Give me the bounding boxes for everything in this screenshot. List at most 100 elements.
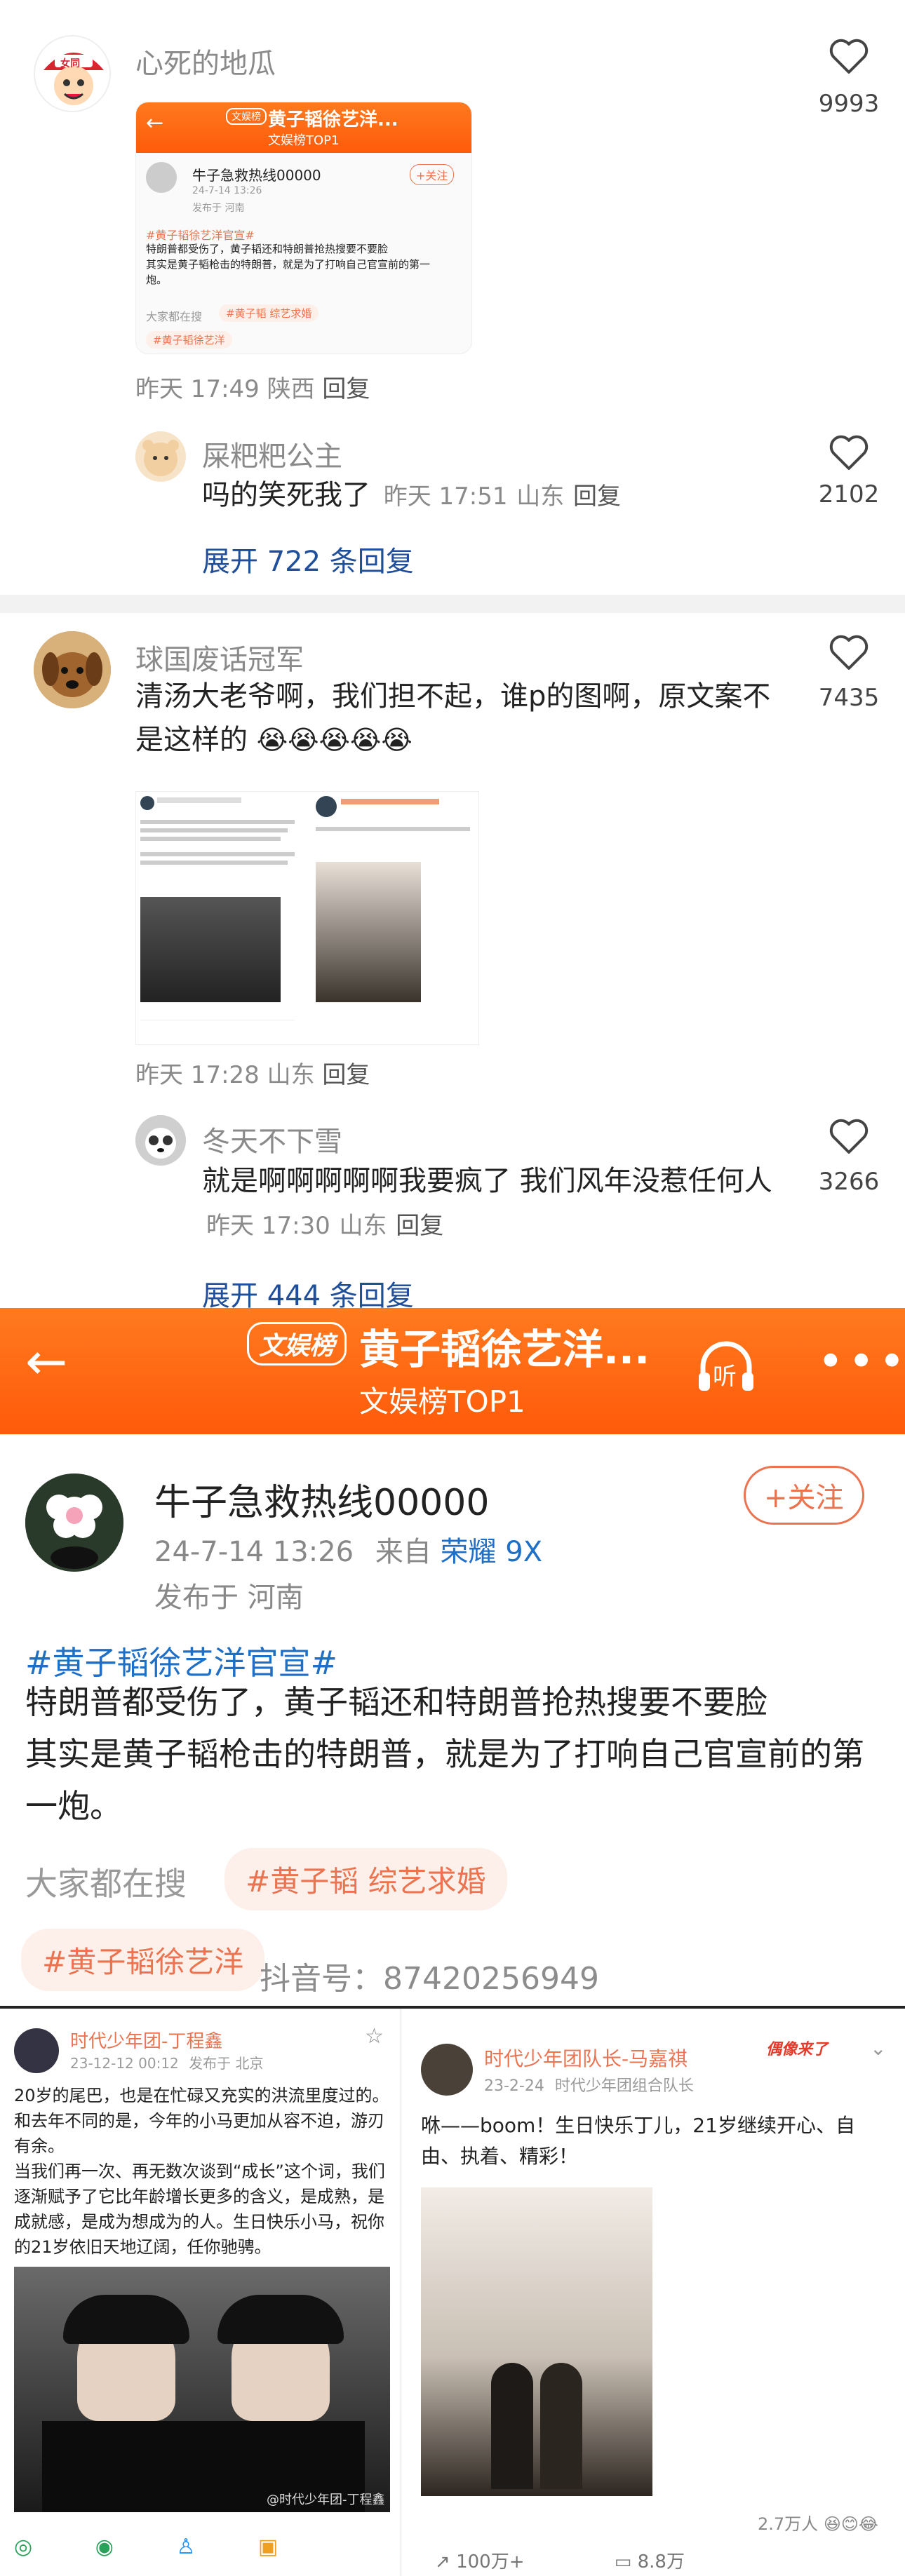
like-count: 2102: [818, 480, 880, 508]
comment-location: 山东: [267, 1061, 315, 1089]
comment-username[interactable]: 球国废话冠军: [135, 637, 304, 677]
post-meta: 24-7-14 13:26 来自 荣耀 9X: [154, 1529, 542, 1570]
comment-icon[interactable]: ▭: [615, 2551, 632, 2572]
like-count: 3266: [818, 1168, 880, 1196]
reply-button[interactable]: 回复: [573, 483, 621, 511]
moments-icon[interactable]: ◉: [95, 2535, 114, 2559]
avatar[interactable]: 女同: [34, 35, 111, 112]
avatar[interactable]: [34, 631, 111, 708]
header-badge: 文娱榜: [226, 108, 267, 125]
chevron-down-icon[interactable]: ⌄: [870, 2037, 886, 2060]
sticker: 偶像来了: [766, 2041, 829, 2058]
action-bar: ◎ ◉ ♙ ▣: [14, 2535, 393, 2559]
comment-body: 清汤大老爷啊，我们担不起，谁p的图啊，原文案不是这样的: [135, 680, 771, 756]
post-username[interactable]: 牛子急救热线00000: [154, 1473, 489, 1525]
original-posts: 时代少年团-丁程鑫 ☆ 23-12-12 00:12 发布于 北京 20岁的尾巴…: [0, 2006, 905, 2576]
search-label: 大家都在搜: [146, 310, 203, 323]
expand-replies-link[interactable]: 展开 722 条回复: [202, 539, 414, 579]
reply-text: 就是啊啊啊啊啊我要疯了 我们风年没惹任何人 昨天 17:30 山东 回复: [202, 1159, 791, 1248]
avatar[interactable]: [14, 2028, 59, 2073]
search-chip[interactable]: #黄子韬 综艺求婚: [224, 1848, 507, 1910]
post-card: 时代少年团-丁程鑫 ☆ 23-12-12 00:12 发布于 北京 20岁的尾巴…: [0, 2009, 401, 2576]
reply-username[interactable]: 屎粑粑公主: [202, 433, 342, 474]
post-date: 23-12-12 00:12: [70, 2055, 179, 2072]
heart-icon: [829, 635, 869, 670]
header-subtitle: 文娱榜TOP1: [268, 133, 340, 148]
back-arrow-icon[interactable]: ←: [25, 1336, 67, 1387]
hashtag: #黄子韬徐艺洋官宣#: [146, 229, 255, 242]
post-body: 特朗普都受伤了，黄子韬还和特朗普抢热搜要不要脸: [146, 243, 389, 255]
post-location: 发布于 北京: [189, 2055, 264, 2072]
reply-body: 就是啊啊啊啊啊我要疯了 我们风年没惹任何人: [202, 1165, 772, 1197]
post-device[interactable]: 荣耀 9X: [441, 1536, 543, 1568]
like-count: 9993: [818, 90, 880, 118]
comment-image[interactable]: ← 文娱榜 黄子韬徐艺洋... 文娱榜TOP1 牛子急救热线00000 +关注 …: [135, 102, 472, 354]
likes-summary: 2.7万人 😆😊😂: [758, 2510, 878, 2535]
header-subtitle: 文娱榜TOP1: [359, 1384, 525, 1419]
post-body: 咻——boom！生日快乐丁儿，21岁继续开心、自由、执着、精彩！: [421, 2114, 855, 2168]
comment-image[interactable]: [135, 791, 479, 1045]
flower-avatar-icon: [25, 1474, 123, 1572]
reply-body: 吗的笑死我了: [202, 479, 370, 511]
reply-text: 吗的笑死我了 昨天 17:51 山东 回复: [202, 473, 621, 518]
heart-icon: [829, 39, 869, 74]
cartoon-avatar-icon: [35, 36, 109, 111]
avatar[interactable]: [25, 1474, 123, 1572]
share-icon[interactable]: ▣: [258, 2535, 278, 2559]
like-button[interactable]: [800, 435, 898, 474]
post-body: 其实是黄子韬枪击的特朗普，就是为了打响自己官宣前的第一炮。: [146, 258, 431, 286]
post-body: 特朗普都受伤了，黄子韬还和特朗普抢热搜要不要脸 其实是黄子韬枪击的特朗普，就是为…: [25, 1676, 881, 1832]
post-card: 时代少年团队长-马嘉祺 23-2-24 时代少年团组合队长 偶像来了 ⌄ 咻——…: [407, 2009, 905, 2576]
post-username[interactable]: 时代少年团-丁程鑫: [70, 2027, 222, 2053]
dog-avatar-icon: [34, 631, 111, 708]
reply-button[interactable]: 回复: [322, 375, 370, 403]
header-badge: 文娱榜: [247, 1322, 347, 1365]
post-username: 牛子急救热线00000: [192, 167, 321, 184]
post-source: 时代少年团组合队长: [554, 2077, 694, 2095]
follow-button[interactable]: +关注: [744, 1466, 864, 1525]
post-body-line: 其实是黄子韬枪击的特朗普，就是为了打响自己官宣前的第一炮。: [25, 1735, 864, 1825]
weibo-header: ← 文娱榜 黄子韬徐艺洋... 文娱榜TOP1 听 •••: [0, 1308, 905, 1434]
post-date: 23-2-24: [484, 2077, 544, 2095]
bear-avatar-icon: [142, 440, 179, 476]
listen-button[interactable]: 听: [695, 1335, 758, 1398]
repost-icon[interactable]: ↗: [435, 2551, 450, 2572]
follow-button: +关注: [410, 164, 455, 185]
comment-time: 昨天 17:28: [135, 1061, 260, 1089]
avatar[interactable]: [135, 431, 186, 482]
like-button[interactable]: [800, 1119, 898, 1158]
search-chip: #黄子韬徐艺洋: [146, 331, 232, 349]
crying-emoji-icon: 😭😭😭😭😭: [256, 724, 413, 755]
post-username[interactable]: 时代少年团队长-马嘉祺: [484, 2044, 688, 2072]
bookmark-icon[interactable]: ☆: [365, 2024, 384, 2049]
photo-watermark: @时代少年团-丁程鑫: [267, 2493, 385, 2507]
comment-count: 8.8万: [637, 2551, 685, 2572]
reply-username[interactable]: 冬天不下雪: [202, 1119, 342, 1159]
post-from: 来自: [375, 1536, 431, 1568]
repost-count: 100万+: [456, 2551, 525, 2572]
comment-meta: 昨天 17:28 山东 回复: [135, 1056, 370, 1090]
like-button[interactable]: [800, 39, 898, 78]
weibo-post: 牛子急救热线00000 +关注 24-7-14 13:26 来自 荣耀 9X 发…: [0, 1434, 905, 2006]
search-chip[interactable]: #黄子韬徐艺洋: [21, 1929, 265, 1991]
back-arrow-icon: ←: [146, 111, 164, 135]
avatar[interactable]: [135, 1115, 186, 1166]
wechat-icon[interactable]: ◎: [14, 2535, 32, 2559]
search-label: 大家都在搜: [25, 1865, 187, 1903]
avatar[interactable]: [421, 2044, 473, 2096]
comment-text: 清汤大老爷啊，我们担不起，谁p的图啊，原文案不是这样的 😭😭😭😭😭: [135, 675, 788, 762]
divider: [0, 595, 905, 613]
post-photo[interactable]: @时代少年团-丁程鑫: [14, 2267, 390, 2512]
reply-location: 山东: [339, 1212, 387, 1240]
reply-button[interactable]: 回复: [322, 1061, 370, 1089]
more-options-icon[interactable]: •••: [817, 1336, 905, 1388]
qq-icon[interactable]: ♙: [176, 2535, 195, 2559]
comment-username[interactable]: 心死的地瓜: [135, 41, 276, 81]
reply-button[interactable]: 回复: [396, 1212, 443, 1240]
like-button[interactable]: [800, 635, 898, 674]
post-location: 发布于 河南: [192, 203, 245, 214]
post-photo[interactable]: [421, 2187, 652, 2496]
reply-location: 山东: [516, 483, 565, 511]
post-body-line: 特朗普都受伤了，黄子韬还和特朗普抢热搜要不要脸: [25, 1683, 767, 1721]
avatar: [146, 162, 177, 193]
